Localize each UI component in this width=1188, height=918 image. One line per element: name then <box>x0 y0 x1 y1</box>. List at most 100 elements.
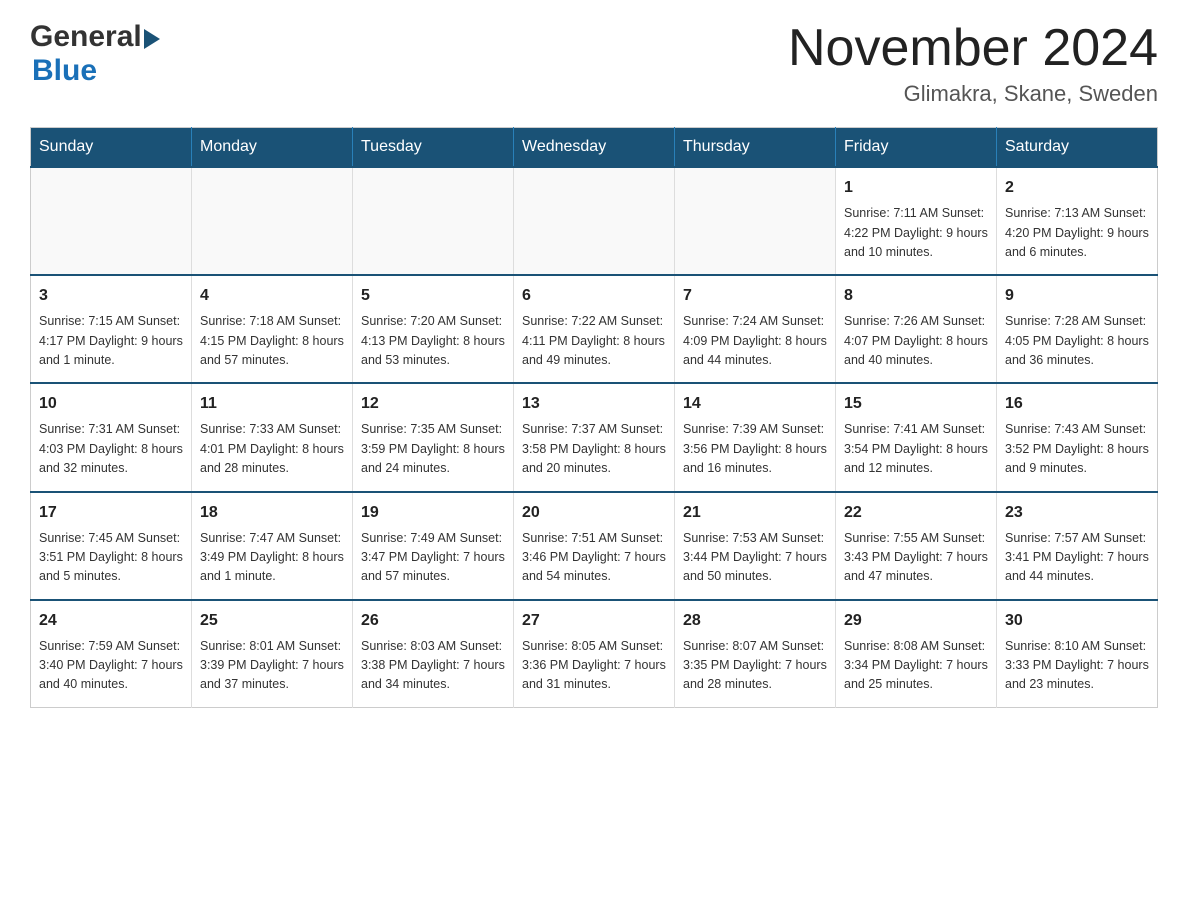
weekday-header-monday: Monday <box>192 128 353 168</box>
calendar-day-cell: 27Sunrise: 8:05 AM Sunset: 3:36 PM Dayli… <box>514 600 675 708</box>
calendar-day-cell: 13 Sunrise: 7:37 AM Sunset: 3:58 PM Dayli… <box>514 383 675 491</box>
weekday-header-thursday: Thursday <box>675 128 836 168</box>
day-number: 19 <box>361 501 505 525</box>
calendar-day-cell <box>353 167 514 275</box>
logo: General Blue <box>30 20 160 88</box>
logo-general-text: General <box>30 20 142 54</box>
calendar-day-cell <box>675 167 836 275</box>
calendar-header: SundayMondayTuesdayWednesdayThursdayFrid… <box>31 128 1158 168</box>
calendar-day-cell: 9 Sunrise: 7:28 AM Sunset: 4:05 PM Daylig… <box>997 275 1158 383</box>
day-number: 5 <box>361 284 505 308</box>
calendar-week-row: 1 Sunrise: 7:11 AM Sunset: 4:22 PM Daylig… <box>31 167 1158 275</box>
day-number: 9 <box>1005 284 1149 308</box>
calendar-table: SundayMondayTuesdayWednesdayThursdayFrid… <box>30 127 1158 708</box>
day-number: 1 <box>844 176 988 200</box>
calendar-day-cell <box>192 167 353 275</box>
day-number: 23 <box>1005 501 1149 525</box>
day-info: Sunrise: 7:49 AM Sunset: 3:47 PM Dayligh… <box>361 529 505 587</box>
day-info: Sunrise: 7:15 AM Sunset: 4:17 PM Dayligh… <box>39 312 183 370</box>
day-info: Sunrise: 7:33 AM Sunset: 4:01 PM Dayligh… <box>200 420 344 478</box>
calendar-week-row: 3 Sunrise: 7:15 AM Sunset: 4:17 PM Daylig… <box>31 275 1158 383</box>
calendar-day-cell: 6Sunrise: 7:22 AM Sunset: 4:11 PM Daylig… <box>514 275 675 383</box>
day-number: 18 <box>200 501 344 525</box>
calendar-day-cell <box>514 167 675 275</box>
day-info: Sunrise: 7:41 AM Sunset: 3:54 PM Dayligh… <box>844 420 988 478</box>
day-info: Sunrise: 8:08 AM Sunset: 3:34 PM Dayligh… <box>844 637 988 695</box>
day-info: Sunrise: 7:51 AM Sunset: 3:46 PM Dayligh… <box>522 529 666 587</box>
calendar-day-cell: 20 Sunrise: 7:51 AM Sunset: 3:46 PM Dayli… <box>514 492 675 600</box>
calendar-day-cell: 21Sunrise: 7:53 AM Sunset: 3:44 PM Dayli… <box>675 492 836 600</box>
day-info: Sunrise: 7:31 AM Sunset: 4:03 PM Dayligh… <box>39 420 183 478</box>
calendar-day-cell: 26Sunrise: 8:03 AM Sunset: 3:38 PM Dayli… <box>353 600 514 708</box>
calendar-day-cell: 7Sunrise: 7:24 AM Sunset: 4:09 PM Daylig… <box>675 275 836 383</box>
day-info: Sunrise: 7:59 AM Sunset: 3:40 PM Dayligh… <box>39 637 183 695</box>
day-info: Sunrise: 7:35 AM Sunset: 3:59 PM Dayligh… <box>361 420 505 478</box>
day-number: 13 <box>522 392 666 416</box>
calendar-day-cell: 24 Sunrise: 7:59 AM Sunset: 3:40 PM Dayli… <box>31 600 192 708</box>
day-number: 14 <box>683 392 827 416</box>
calendar-day-cell: 5 Sunrise: 7:20 AM Sunset: 4:13 PM Daylig… <box>353 275 514 383</box>
calendar-day-cell: 1 Sunrise: 7:11 AM Sunset: 4:22 PM Daylig… <box>836 167 997 275</box>
calendar-day-cell: 10 Sunrise: 7:31 AM Sunset: 4:03 PM Dayli… <box>31 383 192 491</box>
day-number: 8 <box>844 284 988 308</box>
day-info: Sunrise: 8:05 AM Sunset: 3:36 PM Dayligh… <box>522 637 666 695</box>
day-number: 2 <box>1005 176 1149 200</box>
day-info: Sunrise: 7:22 AM Sunset: 4:11 PM Dayligh… <box>522 312 666 370</box>
day-info: Sunrise: 8:10 AM Sunset: 3:33 PM Dayligh… <box>1005 637 1149 695</box>
day-number: 3 <box>39 284 183 308</box>
calendar-day-cell: 11 Sunrise: 7:33 AM Sunset: 4:01 PM Dayli… <box>192 383 353 491</box>
page-header: General Blue November 2024 Glimakra, Ska… <box>30 20 1158 107</box>
calendar-day-cell: 30 Sunrise: 8:10 AM Sunset: 3:33 PM Dayli… <box>997 600 1158 708</box>
day-number: 20 <box>522 501 666 525</box>
day-number: 24 <box>39 609 183 633</box>
day-number: 12 <box>361 392 505 416</box>
weekday-header-tuesday: Tuesday <box>353 128 514 168</box>
calendar-day-cell: 25Sunrise: 8:01 AM Sunset: 3:39 PM Dayli… <box>192 600 353 708</box>
weekday-header-sunday: Sunday <box>31 128 192 168</box>
day-number: 30 <box>1005 609 1149 633</box>
day-info: Sunrise: 8:07 AM Sunset: 3:35 PM Dayligh… <box>683 637 827 695</box>
calendar-body: 1 Sunrise: 7:11 AM Sunset: 4:22 PM Daylig… <box>31 167 1158 707</box>
calendar-day-cell <box>31 167 192 275</box>
calendar-day-cell: 15 Sunrise: 7:41 AM Sunset: 3:54 PM Dayli… <box>836 383 997 491</box>
calendar-day-cell: 16Sunrise: 7:43 AM Sunset: 3:52 PM Dayli… <box>997 383 1158 491</box>
calendar-day-cell: 3 Sunrise: 7:15 AM Sunset: 4:17 PM Daylig… <box>31 275 192 383</box>
logo-triangle-icon <box>144 29 160 49</box>
day-info: Sunrise: 7:57 AM Sunset: 3:41 PM Dayligh… <box>1005 529 1149 587</box>
day-number: 7 <box>683 284 827 308</box>
calendar-day-cell: 14 Sunrise: 7:39 AM Sunset: 3:56 PM Dayli… <box>675 383 836 491</box>
weekday-header-friday: Friday <box>836 128 997 168</box>
day-info: Sunrise: 7:45 AM Sunset: 3:51 PM Dayligh… <box>39 529 183 587</box>
day-info: Sunrise: 7:28 AM Sunset: 4:05 PM Dayligh… <box>1005 312 1149 370</box>
day-number: 10 <box>39 392 183 416</box>
calendar-day-cell: 22Sunrise: 7:55 AM Sunset: 3:43 PM Dayli… <box>836 492 997 600</box>
day-number: 4 <box>200 284 344 308</box>
day-number: 29 <box>844 609 988 633</box>
day-info: Sunrise: 7:55 AM Sunset: 3:43 PM Dayligh… <box>844 529 988 587</box>
month-title: November 2024 <box>788 20 1158 77</box>
calendar-day-cell: 8 Sunrise: 7:26 AM Sunset: 4:07 PM Daylig… <box>836 275 997 383</box>
day-number: 11 <box>200 392 344 416</box>
day-info: Sunrise: 7:20 AM Sunset: 4:13 PM Dayligh… <box>361 312 505 370</box>
day-info: Sunrise: 7:11 AM Sunset: 4:22 PM Dayligh… <box>844 204 988 262</box>
calendar-week-row: 17Sunrise: 7:45 AM Sunset: 3:51 PM Dayli… <box>31 492 1158 600</box>
day-number: 15 <box>844 392 988 416</box>
day-info: Sunrise: 7:39 AM Sunset: 3:56 PM Dayligh… <box>683 420 827 478</box>
calendar-day-cell: 29 Sunrise: 8:08 AM Sunset: 3:34 PM Dayli… <box>836 600 997 708</box>
day-info: Sunrise: 7:53 AM Sunset: 3:44 PM Dayligh… <box>683 529 827 587</box>
day-info: Sunrise: 8:03 AM Sunset: 3:38 PM Dayligh… <box>361 637 505 695</box>
day-number: 16 <box>1005 392 1149 416</box>
calendar-day-cell: 17Sunrise: 7:45 AM Sunset: 3:51 PM Dayli… <box>31 492 192 600</box>
calendar-day-cell: 23 Sunrise: 7:57 AM Sunset: 3:41 PM Dayli… <box>997 492 1158 600</box>
day-info: Sunrise: 7:13 AM Sunset: 4:20 PM Dayligh… <box>1005 204 1149 262</box>
calendar-day-cell: 18 Sunrise: 7:47 AM Sunset: 3:49 PM Dayli… <box>192 492 353 600</box>
weekday-header-wednesday: Wednesday <box>514 128 675 168</box>
day-info: Sunrise: 7:47 AM Sunset: 3:49 PM Dayligh… <box>200 529 344 587</box>
calendar-day-cell: 2 Sunrise: 7:13 AM Sunset: 4:20 PM Daylig… <box>997 167 1158 275</box>
day-info: Sunrise: 7:26 AM Sunset: 4:07 PM Dayligh… <box>844 312 988 370</box>
calendar-day-cell: 19 Sunrise: 7:49 AM Sunset: 3:47 PM Dayli… <box>353 492 514 600</box>
day-info: Sunrise: 7:37 AM Sunset: 3:58 PM Dayligh… <box>522 420 666 478</box>
calendar-day-cell: 12 Sunrise: 7:35 AM Sunset: 3:59 PM Dayli… <box>353 383 514 491</box>
location-title: Glimakra, Skane, Sweden <box>788 81 1158 107</box>
weekday-header-saturday: Saturday <box>997 128 1158 168</box>
